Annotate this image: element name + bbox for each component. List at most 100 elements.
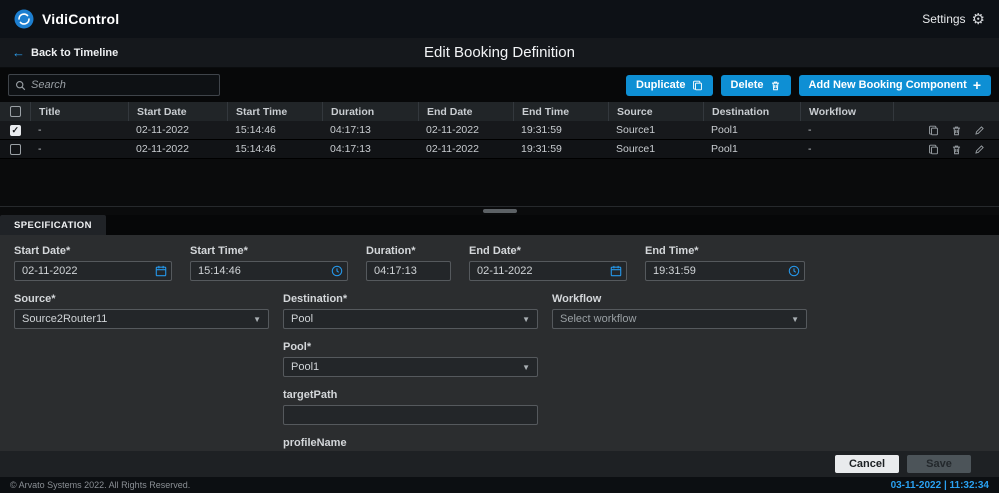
search-input[interactable]: [31, 79, 213, 91]
row-end-date: 02-11-2022: [418, 143, 513, 155]
source-field: Source* Source2Router11 ▼: [14, 293, 269, 329]
clock-icon[interactable]: [788, 265, 800, 277]
target-path-field: targetPath: [283, 389, 538, 425]
form-row-targetpath: targetPath: [14, 389, 985, 425]
cancel-button[interactable]: Cancel: [835, 455, 899, 473]
pool-label: Pool*: [283, 341, 538, 353]
end-time-input[interactable]: [645, 261, 805, 281]
row-title: -: [30, 143, 128, 155]
settings-button[interactable]: Settings ⚙: [922, 12, 985, 27]
source-label: Source*: [14, 293, 269, 305]
row-actions: [893, 144, 999, 155]
calendar-icon[interactable]: [610, 265, 622, 277]
copyright-text: © Arvato Systems 2022. All Rights Reserv…: [10, 480, 190, 490]
workflow-select[interactable]: Select workflow ▼: [552, 309, 807, 329]
row-start-time: 15:14:46: [227, 124, 322, 136]
end-date-label: End Date*: [469, 245, 627, 257]
form-action-bar: Cancel Save: [0, 451, 999, 477]
destination-select[interactable]: Pool ▼: [283, 309, 538, 329]
select-all-checkbox[interactable]: [10, 106, 21, 117]
toolbar: Duplicate Delete Add New Booking Compone…: [0, 68, 999, 102]
start-time-label: Start Time*: [190, 245, 348, 257]
back-label: Back to Timeline: [31, 47, 118, 59]
duplicate-button[interactable]: Duplicate: [626, 75, 713, 96]
target-path-input[interactable]: [283, 405, 538, 425]
chevron-down-icon: ▼: [522, 363, 530, 372]
settings-label: Settings: [922, 12, 965, 26]
row-checkbox[interactable]: [10, 144, 21, 155]
duration-field: Duration*: [366, 245, 451, 281]
page-header: ← Back to Timeline Edit Booking Definiti…: [0, 38, 999, 68]
duration-input[interactable]: [366, 261, 451, 281]
back-to-timeline-link[interactable]: ← Back to Timeline: [12, 45, 118, 60]
workflow-field: Workflow Select workflow ▼: [552, 293, 807, 329]
start-date-input[interactable]: [14, 261, 172, 281]
add-new-booking-component-button[interactable]: Add New Booking Component +: [799, 75, 991, 96]
app-window: VidiControl Settings ⚙ ← Back to Timelin…: [0, 0, 999, 493]
row-checkbox[interactable]: [10, 125, 21, 136]
end-time-label: End Time*: [645, 245, 805, 257]
chevron-down-icon: ▼: [253, 315, 261, 324]
workflow-label: Workflow: [552, 293, 807, 305]
delete-label: Delete: [731, 79, 764, 91]
row-destination: Pool1: [703, 124, 800, 136]
row-end-time: 19:31:59: [513, 124, 608, 136]
brand-name: VidiControl: [42, 11, 119, 27]
top-bar: VidiControl Settings ⚙: [0, 0, 999, 38]
start-date-field: Start Date*: [14, 245, 172, 281]
form-row-profilename: profileName: [14, 437, 985, 451]
profile-name-label: profileName: [283, 437, 538, 449]
save-button[interactable]: Save: [907, 455, 971, 473]
search-icon: [15, 80, 26, 91]
row-workflow: -: [800, 143, 893, 155]
calendar-icon[interactable]: [155, 265, 167, 277]
tab-specification[interactable]: SPECIFICATION: [0, 215, 106, 235]
form-row-routing: Source* Source2Router11 ▼ Destination* P…: [14, 293, 985, 329]
start-time-field: Start Time*: [190, 245, 348, 281]
copy-icon[interactable]: [928, 144, 939, 155]
trash-icon[interactable]: [951, 144, 962, 155]
panel-splitter[interactable]: [0, 206, 999, 215]
trash-icon[interactable]: [951, 125, 962, 136]
col-start-date: Start Date: [128, 102, 227, 121]
col-end-date: End Date: [418, 102, 513, 121]
clock-icon[interactable]: [331, 265, 343, 277]
page-title: Edit Booking Definition: [0, 44, 999, 61]
tab-strip: SPECIFICATION: [0, 215, 999, 235]
row-start-date: 02-11-2022: [128, 124, 227, 136]
col-workflow: Workflow: [800, 102, 893, 121]
source-select[interactable]: Source2Router11 ▼: [14, 309, 269, 329]
footer: © Arvato Systems 2022. All Rights Reserv…: [0, 477, 999, 493]
table-row[interactable]: - 02-11-2022 15:14:46 04:17:13 02-11-202…: [0, 121, 999, 140]
end-date-input[interactable]: [469, 261, 627, 281]
row-title: -: [30, 124, 128, 136]
form-row-pool: Pool* Pool1 ▼: [14, 341, 985, 377]
chevron-down-icon: ▼: [522, 315, 530, 324]
row-actions: [893, 125, 999, 136]
pool-field: Pool* Pool1 ▼: [283, 341, 538, 377]
vidicontrol-logo-icon: [14, 9, 34, 29]
toolbar-buttons: Duplicate Delete Add New Booking Compone…: [626, 75, 991, 96]
delete-button[interactable]: Delete: [721, 75, 791, 96]
col-duration: Duration: [322, 102, 418, 121]
col-end-time: End Time: [513, 102, 608, 121]
copy-icon[interactable]: [928, 125, 939, 136]
start-time-input[interactable]: [190, 261, 348, 281]
col-source: Source: [608, 102, 703, 121]
search-box: [8, 74, 220, 96]
row-duration: 04:17:13: [322, 124, 418, 136]
duplicate-icon: [692, 80, 703, 91]
form-row-times: Start Date* Start Time* Duration*: [14, 245, 985, 281]
table-header-row: Title Start Date Start Time Duration End…: [0, 102, 999, 121]
gear-icon: ⚙: [972, 12, 985, 27]
edit-icon[interactable]: [974, 125, 985, 136]
pool-select[interactable]: Pool1 ▼: [283, 357, 538, 377]
destination-field: Destination* Pool ▼: [283, 293, 538, 329]
brand: VidiControl: [14, 9, 119, 29]
table-row[interactable]: - 02-11-2022 15:14:46 04:17:13 02-11-202…: [0, 140, 999, 159]
row-destination: Pool1: [703, 143, 800, 155]
start-date-label: Start Date*: [14, 245, 172, 257]
edit-icon[interactable]: [974, 144, 985, 155]
end-time-field: End Time*: [645, 245, 805, 281]
footer-datetime: 03-11-2022 | 11:32:34: [891, 480, 989, 491]
